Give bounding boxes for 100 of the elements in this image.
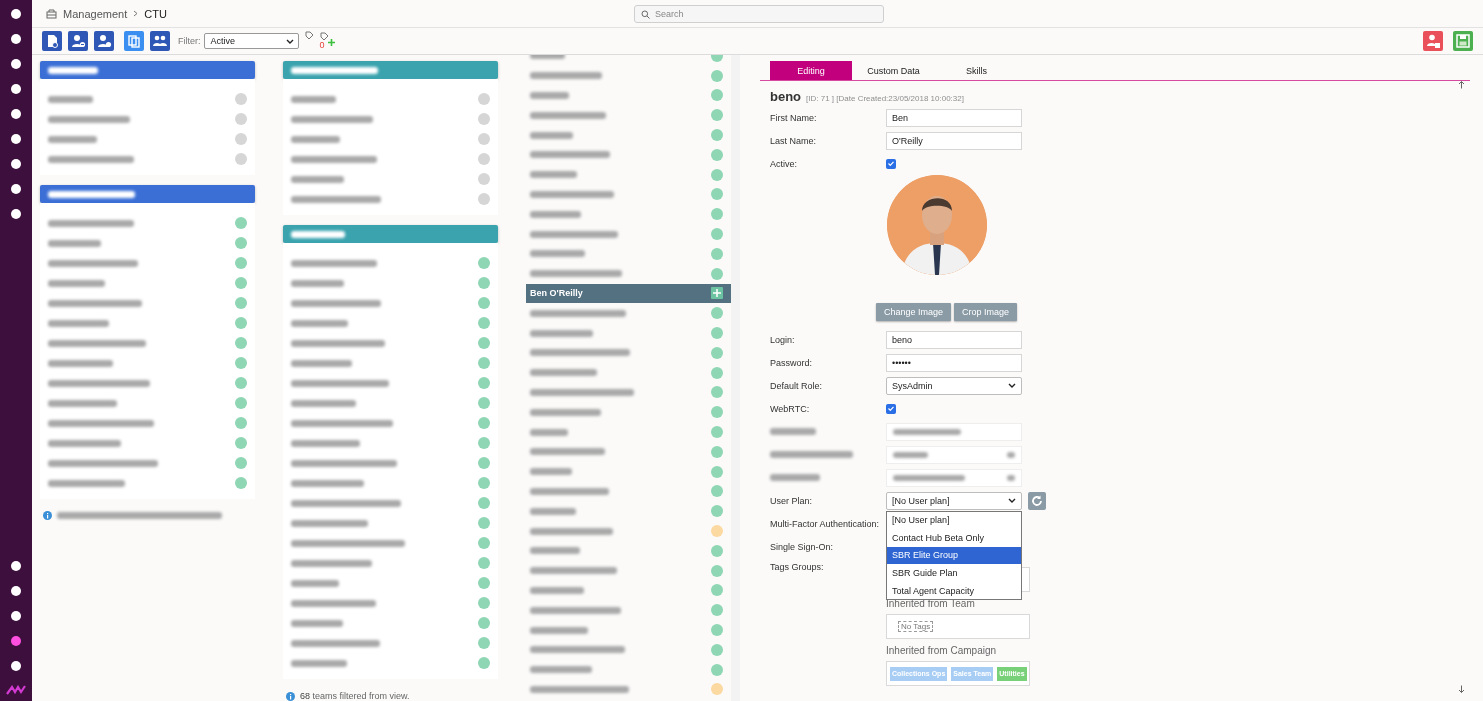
toolbar-button[interactable] [150, 31, 170, 51]
status-dot[interactable] [235, 153, 247, 165]
select-field[interactable]: SysAdmin [886, 376, 1022, 395]
status-dot[interactable] [711, 505, 723, 518]
status-dot[interactable] [478, 437, 490, 449]
nav-icon[interactable] [11, 59, 21, 69]
toolbar-button[interactable] [1423, 31, 1443, 51]
status-dot[interactable] [478, 297, 490, 309]
status-dot[interactable] [478, 657, 490, 669]
status-dot[interactable] [478, 397, 490, 409]
toolbar-button[interactable] [94, 31, 114, 51]
status-dot[interactable] [235, 357, 247, 369]
status-dot[interactable] [711, 564, 723, 577]
status-dot[interactable] [478, 317, 490, 329]
nav-icon[interactable] [11, 84, 21, 94]
status-dot[interactable] [711, 584, 723, 597]
nav-icon[interactable] [11, 661, 21, 671]
status-dot[interactable] [711, 148, 723, 161]
tab[interactable]: Editing [770, 61, 852, 80]
status-dot[interactable] [711, 89, 723, 102]
status-dot[interactable] [235, 337, 247, 349]
nav-icon[interactable] [11, 209, 21, 219]
nav-icon[interactable] [11, 159, 21, 169]
status-dot[interactable] [235, 113, 247, 125]
checkbox[interactable] [886, 403, 896, 414]
status-dot[interactable] [711, 327, 723, 340]
dropdown-option[interactable]: SBR Elite Group [887, 546, 1021, 565]
status-dot[interactable] [478, 457, 490, 469]
status-dot[interactable] [711, 406, 723, 419]
toolbar-button[interactable] [1453, 31, 1473, 51]
nav-icon[interactable] [11, 611, 21, 621]
toolbar-button[interactable] [42, 31, 62, 51]
status-dot[interactable] [711, 643, 723, 656]
dropdown-option[interactable]: Contact Hub Beta Only [887, 529, 1021, 547]
status-dot[interactable] [711, 307, 723, 320]
status-dot[interactable] [478, 277, 490, 289]
status-dot[interactable] [478, 133, 490, 145]
status-dot[interactable] [711, 624, 723, 636]
status-dot[interactable] [478, 537, 490, 549]
nav-icon[interactable] [11, 134, 21, 144]
status-dot[interactable] [235, 397, 247, 409]
status-dot[interactable] [711, 69, 723, 82]
toolbar-button[interactable] [124, 31, 144, 51]
dropdown-option[interactable]: Total Agent Capacity [887, 581, 1021, 600]
nav-icon[interactable] [11, 561, 21, 571]
status-dot[interactable] [478, 617, 490, 629]
status-dot[interactable] [478, 257, 490, 269]
status-dot[interactable] [711, 544, 723, 557]
status-dot[interactable] [711, 188, 723, 201]
status-dot[interactable] [711, 525, 723, 537]
status-dot[interactable] [235, 257, 247, 269]
status-dot[interactable] [235, 297, 247, 309]
input-field[interactable]: •••••• [886, 353, 1022, 372]
status-dot[interactable] [711, 485, 723, 498]
status-dot[interactable] [711, 366, 723, 379]
status-dot[interactable] [478, 377, 490, 389]
status-dot[interactable] [711, 208, 723, 221]
nav-icon[interactable] [11, 34, 21, 44]
status-dot[interactable] [478, 173, 490, 185]
status-dot[interactable] [711, 683, 723, 696]
status-dot[interactable] [711, 267, 723, 280]
status-dot[interactable] [711, 604, 723, 617]
status-dot[interactable] [711, 168, 723, 181]
status-dot[interactable] [235, 477, 247, 489]
nav-icon[interactable] [11, 184, 21, 194]
add-button[interactable] [711, 287, 723, 300]
status-dot[interactable] [478, 557, 490, 569]
input-field[interactable]: Ben [886, 108, 1022, 127]
status-dot[interactable] [711, 346, 723, 359]
status-dot[interactable] [711, 426, 723, 439]
status-dot[interactable] [711, 386, 723, 399]
breadcrumb-item[interactable]: Management [63, 7, 128, 20]
status-dot[interactable] [235, 417, 247, 429]
nav-icon[interactable] [11, 586, 21, 596]
tab[interactable]: Skills [935, 61, 1018, 80]
search-field[interactable]: Search [634, 5, 884, 23]
status-dot[interactable] [711, 109, 723, 122]
status-dot[interactable] [478, 637, 490, 649]
status-dot[interactable] [478, 153, 490, 165]
toolbar-button[interactable] [68, 31, 88, 51]
status-dot[interactable] [711, 247, 723, 260]
select-field[interactable]: [No User plan] [886, 491, 1022, 510]
status-dot[interactable] [235, 317, 247, 329]
input-field[interactable]: beno [886, 330, 1022, 349]
checkbox[interactable] [886, 158, 896, 169]
status-dot[interactable] [478, 517, 490, 529]
status-dot[interactable] [235, 277, 247, 289]
status-dot[interactable] [478, 93, 490, 105]
nav-icon[interactable] [11, 109, 21, 119]
status-dot[interactable] [478, 357, 490, 369]
status-dot[interactable] [478, 113, 490, 125]
status-dot[interactable] [235, 377, 247, 389]
status-dot[interactable] [478, 577, 490, 589]
status-dot[interactable] [235, 457, 247, 469]
list-row[interactable]: Ben O'Reilly [526, 283, 731, 304]
status-dot[interactable] [235, 217, 247, 229]
refresh-button[interactable] [1028, 491, 1046, 510]
status-dot[interactable] [478, 337, 490, 349]
nav-icon[interactable] [11, 9, 21, 19]
status-dot[interactable] [478, 597, 490, 609]
